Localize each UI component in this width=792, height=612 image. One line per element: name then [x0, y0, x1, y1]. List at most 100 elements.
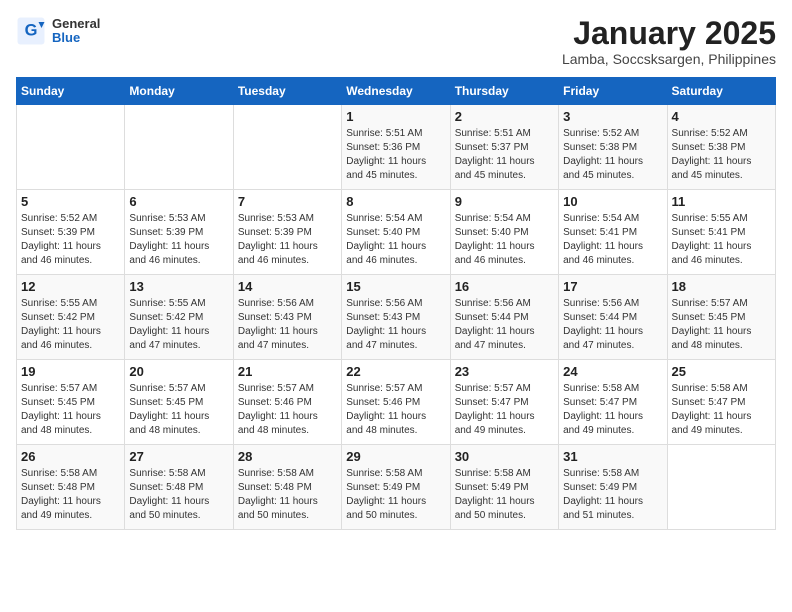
logo-text: General Blue [52, 17, 100, 46]
day-number: 15 [346, 279, 445, 294]
calendar-table: Sunday Monday Tuesday Wednesday Thursday… [16, 77, 776, 530]
calendar-cell: 16 Sunrise: 5:56 AMSunset: 5:44 PMDayligh… [450, 275, 558, 360]
day-number: 20 [129, 364, 228, 379]
day-number: 2 [455, 109, 554, 124]
calendar-cell: 8 Sunrise: 5:54 AMSunset: 5:40 PMDaylight… [342, 190, 450, 275]
calendar-cell: 27 Sunrise: 5:58 AMSunset: 5:48 PMDayligh… [125, 445, 233, 530]
svg-text:G: G [25, 22, 38, 40]
week-row-1: 1Sunrise: 5:51 AMSunset: 5:36 PMDaylight… [17, 105, 776, 190]
calendar-cell [667, 445, 775, 530]
calendar-cell: 28 Sunrise: 5:58 AMSunset: 5:48 PMDayligh… [233, 445, 341, 530]
calendar-cell [233, 105, 341, 190]
calendar-cell: 24 Sunrise: 5:58 AMSunset: 5:47 PMDayligh… [559, 360, 667, 445]
calendar-cell: 19Sunrise: 5:57 AMSunset: 5:45 PMDayligh… [17, 360, 125, 445]
col-tuesday: Tuesday [233, 78, 341, 105]
day-number: 12 [21, 279, 120, 294]
calendar-header-row: Sunday Monday Tuesday Wednesday Thursday… [17, 78, 776, 105]
calendar-cell: 6Sunrise: 5:53 AMSunset: 5:39 PMDaylight… [125, 190, 233, 275]
calendar-cell: 31 Sunrise: 5:58 AMSunset: 5:49 PMDayligh… [559, 445, 667, 530]
day-number: 31 [563, 449, 662, 464]
day-number: 7 [238, 194, 337, 209]
day-number: 16 [455, 279, 554, 294]
col-wednesday: Wednesday [342, 78, 450, 105]
day-content: Sunrise: 5:54 AMSunset: 5:40 PMDaylight:… [455, 212, 554, 268]
day-number: 13 [129, 279, 228, 294]
calendar-cell: 18 Sunrise: 5:57 AMSunset: 5:45 PMDayligh… [667, 275, 775, 360]
title-section: January 2025 Lamba, Soccsksargen, Philip… [562, 16, 776, 67]
day-number: 19 [21, 364, 120, 379]
day-number: 11 [672, 194, 771, 209]
day-content: Sunrise: 5:52 AMSunset: 5:38 PMDaylight:… [563, 127, 662, 183]
day-number: 3 [563, 109, 662, 124]
calendar-cell: 26Sunrise: 5:58 AMSunset: 5:48 PMDayligh… [17, 445, 125, 530]
day-content: Sunrise: 5:55 AMSunset: 5:42 PMDaylight:… [21, 297, 120, 353]
calendar-cell: 17 Sunrise: 5:56 AMSunset: 5:44 PMDayligh… [559, 275, 667, 360]
day-number: 23 [455, 364, 554, 379]
calendar-cell [17, 105, 125, 190]
day-content: Sunrise: 5:53 AMSunset: 5:39 PMDaylight:… [238, 212, 337, 268]
calendar-cell: 25Sunrise: 5:58 AMSunset: 5:47 PMDayligh… [667, 360, 775, 445]
calendar-cell: 1Sunrise: 5:51 AMSunset: 5:36 PMDaylight… [342, 105, 450, 190]
calendar-cell: 3 Sunrise: 5:52 AMSunset: 5:38 PMDaylight… [559, 105, 667, 190]
day-content: Sunrise: 5:57 AMSunset: 5:45 PMDaylight:… [672, 297, 771, 353]
col-monday: Monday [125, 78, 233, 105]
calendar-cell: 4 Sunrise: 5:52 AMSunset: 5:38 PMDaylight… [667, 105, 775, 190]
calendar-cell [125, 105, 233, 190]
col-friday: Friday [559, 78, 667, 105]
day-content: Sunrise: 5:58 AMSunset: 5:47 PMDaylight:… [563, 382, 662, 438]
day-number: 17 [563, 279, 662, 294]
col-thursday: Thursday [450, 78, 558, 105]
day-number: 14 [238, 279, 337, 294]
logo-blue: Blue [52, 31, 100, 45]
day-content: Sunrise: 5:58 AMSunset: 5:49 PMDaylight:… [563, 467, 662, 523]
day-content: Sunrise: 5:58 AMSunset: 5:48 PMDaylight:… [238, 467, 337, 523]
logo-icon: G [16, 16, 46, 46]
day-content: Sunrise: 5:54 AMSunset: 5:40 PMDaylight:… [346, 212, 445, 268]
week-row-2: 5 Sunrise: 5:52 AMSunset: 5:39 PMDaylight… [17, 190, 776, 275]
day-number: 30 [455, 449, 554, 464]
calendar-cell: 12 Sunrise: 5:55 AMSunset: 5:42 PMDayligh… [17, 275, 125, 360]
day-content: Sunrise: 5:58 AMSunset: 5:48 PMDaylight:… [129, 467, 228, 523]
calendar-cell: 7 Sunrise: 5:53 AMSunset: 5:39 PMDaylight… [233, 190, 341, 275]
day-content: Sunrise: 5:56 AMSunset: 5:44 PMDaylight:… [455, 297, 554, 353]
day-number: 28 [238, 449, 337, 464]
day-number: 10 [563, 194, 662, 209]
logo: G General Blue [16, 16, 100, 46]
col-sunday: Sunday [17, 78, 125, 105]
calendar-cell: 30Sunrise: 5:58 AMSunset: 5:49 PMDayligh… [450, 445, 558, 530]
day-content: Sunrise: 5:58 AMSunset: 5:48 PMDaylight:… [21, 467, 120, 523]
day-number: 18 [672, 279, 771, 294]
day-content: Sunrise: 5:51 AMSunset: 5:37 PMDaylight:… [455, 127, 554, 183]
day-number: 5 [21, 194, 120, 209]
calendar-cell: 10 Sunrise: 5:54 AMSunset: 5:41 PMDayligh… [559, 190, 667, 275]
day-content: Sunrise: 5:53 AMSunset: 5:39 PMDaylight:… [129, 212, 228, 268]
day-number: 8 [346, 194, 445, 209]
day-number: 21 [238, 364, 337, 379]
page-header: G General Blue January 2025 Lamba, Soccs… [16, 16, 776, 67]
day-content: Sunrise: 5:52 AMSunset: 5:38 PMDaylight:… [672, 127, 771, 183]
calendar-cell: 20 Sunrise: 5:57 AMSunset: 5:45 PMDayligh… [125, 360, 233, 445]
day-content: Sunrise: 5:57 AMSunset: 5:45 PMDaylight:… [129, 382, 228, 438]
day-number: 24 [563, 364, 662, 379]
calendar-cell: 9Sunrise: 5:54 AMSunset: 5:40 PMDaylight… [450, 190, 558, 275]
day-content: Sunrise: 5:56 AMSunset: 5:44 PMDaylight:… [563, 297, 662, 353]
day-content: Sunrise: 5:52 AMSunset: 5:39 PMDaylight:… [21, 212, 120, 268]
calendar-cell: 2 Sunrise: 5:51 AMSunset: 5:37 PMDaylight… [450, 105, 558, 190]
calendar-cell: 5 Sunrise: 5:52 AMSunset: 5:39 PMDaylight… [17, 190, 125, 275]
week-row-5: 26Sunrise: 5:58 AMSunset: 5:48 PMDayligh… [17, 445, 776, 530]
calendar-cell: 14Sunrise: 5:56 AMSunset: 5:43 PMDayligh… [233, 275, 341, 360]
calendar-subtitle: Lamba, Soccsksargen, Philippines [562, 51, 776, 67]
day-content: Sunrise: 5:56 AMSunset: 5:43 PMDaylight:… [346, 297, 445, 353]
day-content: Sunrise: 5:58 AMSunset: 5:47 PMDaylight:… [672, 382, 771, 438]
day-number: 27 [129, 449, 228, 464]
day-content: Sunrise: 5:57 AMSunset: 5:46 PMDaylight:… [238, 382, 337, 438]
day-content: Sunrise: 5:54 AMSunset: 5:41 PMDaylight:… [563, 212, 662, 268]
day-number: 29 [346, 449, 445, 464]
day-content: Sunrise: 5:57 AMSunset: 5:47 PMDaylight:… [455, 382, 554, 438]
calendar-cell: 15 Sunrise: 5:56 AMSunset: 5:43 PMDayligh… [342, 275, 450, 360]
calendar-cell: 11 Sunrise: 5:55 AMSunset: 5:41 PMDayligh… [667, 190, 775, 275]
day-content: Sunrise: 5:58 AMSunset: 5:49 PMDaylight:… [346, 467, 445, 523]
day-content: Sunrise: 5:55 AMSunset: 5:41 PMDaylight:… [672, 212, 771, 268]
day-number: 4 [672, 109, 771, 124]
day-content: Sunrise: 5:51 AMSunset: 5:36 PMDaylight:… [346, 127, 445, 183]
